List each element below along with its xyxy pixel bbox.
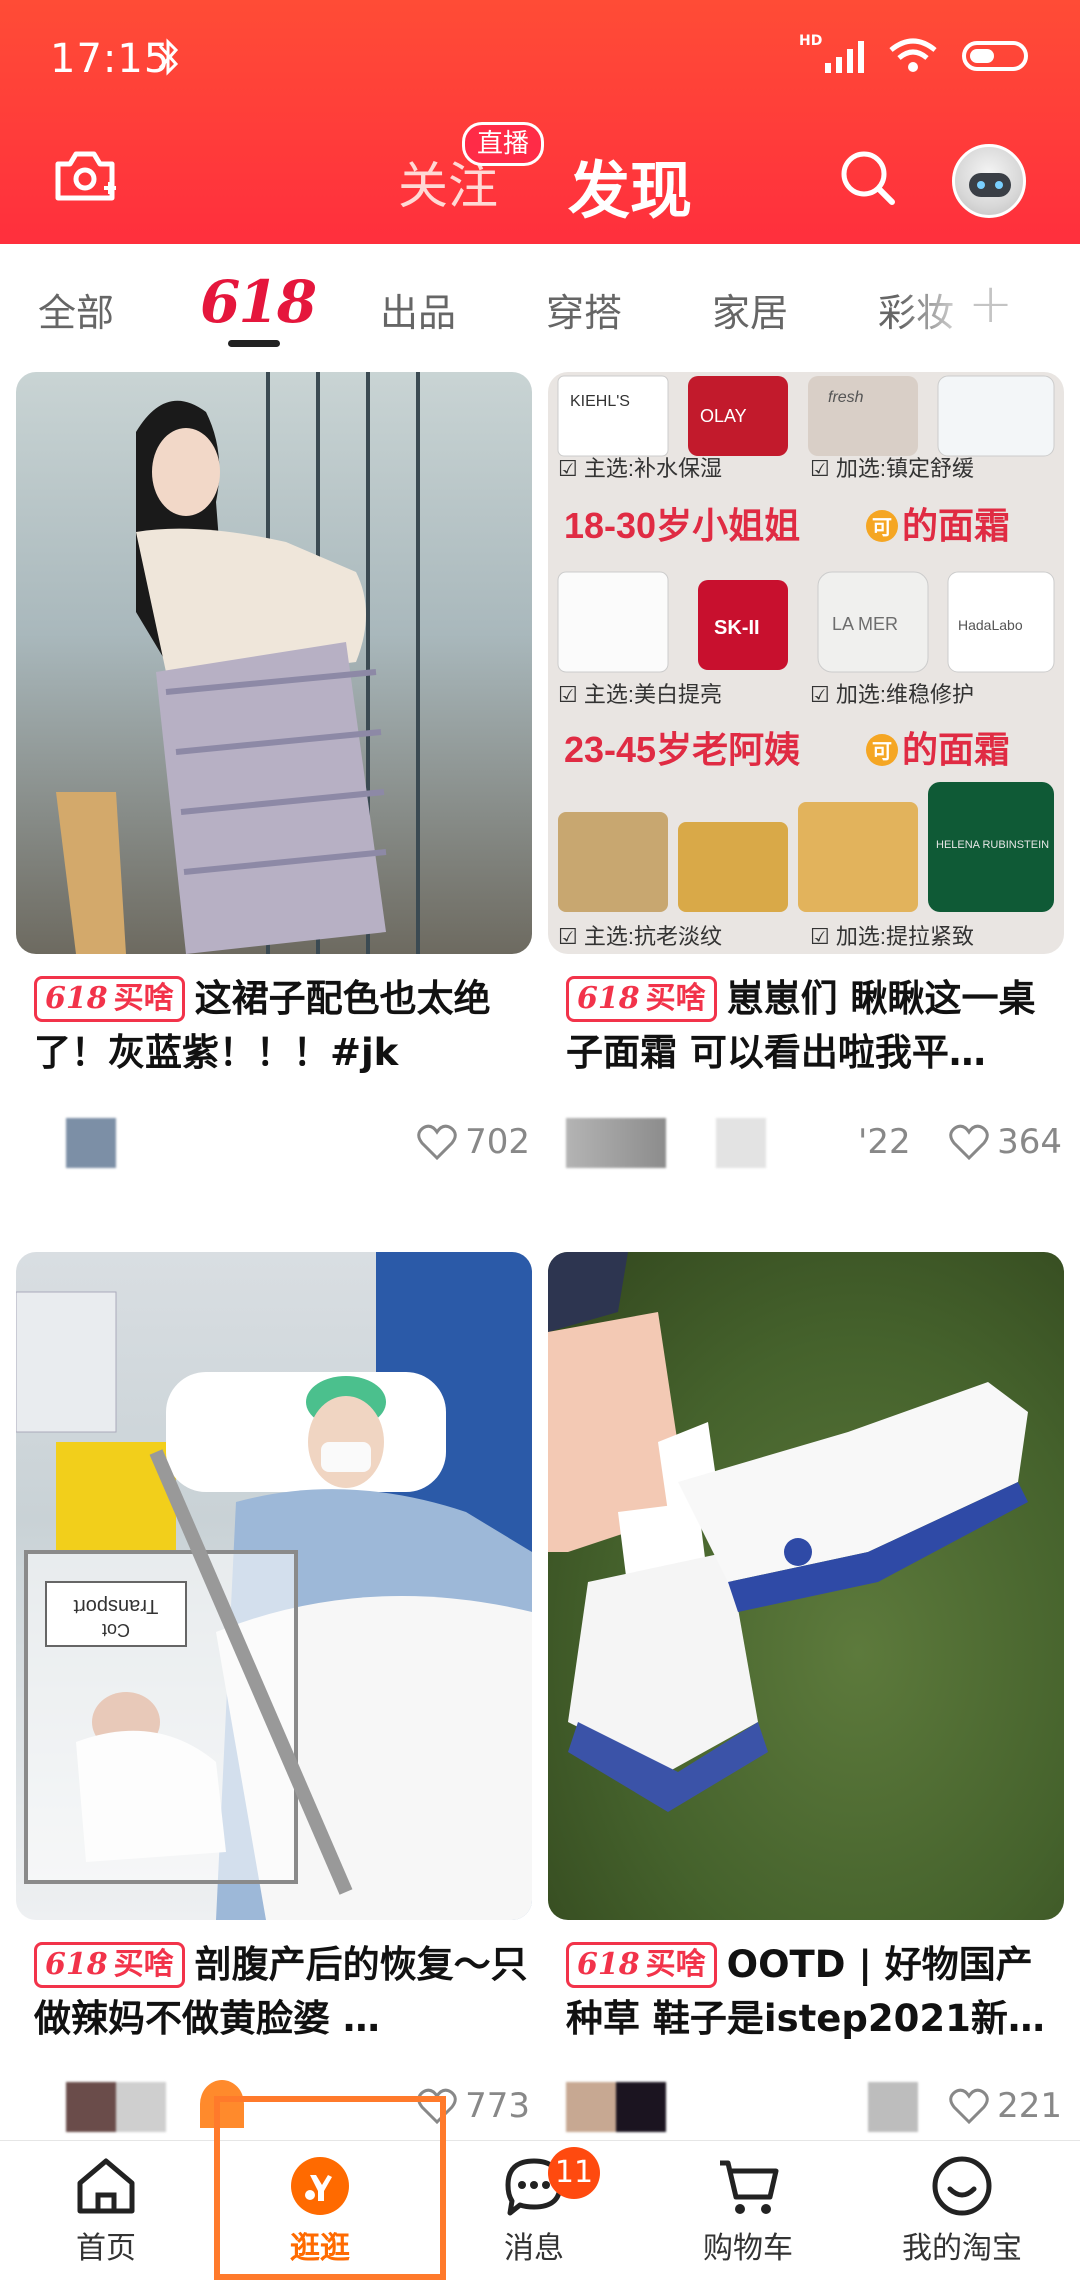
svg-text:☑ 主选:补水保湿: ☑ 主选:补水保湿: [558, 456, 722, 481]
network-type: HD: [799, 33, 823, 49]
svg-text:可: 可: [872, 741, 892, 763]
svg-text:的面霜: 的面霜: [902, 729, 1010, 770]
card-title[interactable]: 618 买啥 剖腹产后的恢复～只做辣妈不做黄脸婆 …: [34, 1938, 530, 2046]
message-count-badge: 11: [548, 2147, 600, 2199]
add-tab-icon[interactable]: +: [968, 272, 1013, 335]
tab-products[interactable]: 出品: [380, 282, 456, 337]
tag-618: 618 买啥: [34, 976, 185, 1022]
svg-text:的面霜: 的面霜: [902, 505, 1010, 546]
card-meta: 702: [34, 1118, 530, 1178]
like-count[interactable]: 221: [949, 2086, 1062, 2126]
tag-618: 618 买啥: [566, 976, 717, 1022]
signal-icon: HD: [799, 33, 864, 73]
live-badge: 直播: [462, 122, 545, 166]
card-meta: '22 364: [566, 1118, 1062, 1178]
feed-card[interactable]: KIEHL'S OLAY fresh ☑ 主选:补水保湿 ☑ 加选:镇定舒缓 1…: [548, 372, 1064, 1202]
tag-618: 618 买啥: [566, 1942, 717, 1988]
svg-text:☑ 主选:美白提亮: ☑ 主选:美白提亮: [558, 682, 722, 707]
tab-outfits[interactable]: 穿搭: [546, 282, 622, 337]
nav-messages[interactable]: 11 消息: [444, 2147, 624, 2267]
wifi-icon: [889, 38, 937, 72]
cot-sign-cot: Cot: [102, 1620, 130, 1640]
avatar[interactable]: [952, 144, 1026, 218]
author-avatar[interactable]: [566, 1118, 666, 1168]
home-icon: [77, 2158, 135, 2214]
brand-fresh: fresh: [828, 389, 864, 406]
svg-text:☑ 加选:提拉紧致: ☑ 加选:提拉紧致: [810, 924, 974, 949]
brand-helena: HELENA RUBINSTEIN: [936, 839, 1049, 851]
profile-icon: [932, 2156, 992, 2216]
card-image-face-creams[interactable]: KIEHL'S OLAY fresh ☑ 主选:补水保湿 ☑ 加选:镇定舒缓 1…: [548, 372, 1064, 954]
card-image-sneakers[interactable]: [548, 1252, 1064, 1920]
nav-cart[interactable]: 购物车: [658, 2155, 838, 2267]
like-count[interactable]: 364: [949, 1122, 1062, 1162]
card-meta: 221: [566, 2082, 1062, 2142]
brand-kiehls: KIEHL'S: [570, 393, 630, 410]
tag-618: 618 买啥: [34, 1942, 185, 1988]
svg-text:☑ 主选:抗老淡纹: ☑ 主选:抗老淡纹: [558, 924, 722, 949]
nav-my-taobao[interactable]: 我的淘宝: [872, 2155, 1052, 2267]
svg-text:☑ 加选:维稳修护: ☑ 加选:维稳修护: [810, 682, 974, 707]
camera-icon[interactable]: [52, 148, 118, 204]
battery-icon: [962, 41, 1028, 71]
bluetooth-icon: [158, 38, 179, 76]
author-avatar[interactable]: [66, 1118, 116, 1168]
category-tabs: 全部 618 出品 穿搭 家居 彩妆 +: [0, 244, 1080, 362]
nav-home[interactable]: 首页: [16, 2155, 196, 2267]
svg-text:可: 可: [872, 517, 892, 539]
feed-card[interactable]: Transport Cot 618 买啥 剖腹产后的恢复～只做辣妈不做黄脸婆 … 7…: [16, 1252, 532, 2142]
heart-icon[interactable]: [949, 1124, 989, 1160]
status-icons: HD: [799, 33, 1028, 74]
author-avatar[interactable]: [566, 2082, 666, 2132]
active-tab-indicator: [228, 340, 280, 347]
author-avatar[interactable]: [66, 2082, 166, 2132]
cot-sign-transport: Transport: [73, 1595, 158, 1617]
tab-discover[interactable]: 发现: [568, 140, 692, 230]
top-header: 17:15 HD 关注 直播 发现: [0, 0, 1080, 244]
tab-home[interactable]: 家居: [712, 282, 788, 337]
cart-icon: [720, 2160, 779, 2214]
brand-olay: OLAY: [700, 406, 747, 426]
extra-count: '22: [858, 1122, 911, 1162]
svg-text:23-45岁老阿姨: 23-45岁老阿姨: [564, 729, 800, 770]
card-title[interactable]: 618 买啥 OOTD | 好物国产种草 鞋子是istep2021新…: [566, 1938, 1062, 2046]
feed: 618 买啥 这裙子配色也太绝了！灰蓝紫！！！#jk 702 KIEHL'S OLA…: [0, 362, 1080, 2142]
status-time: 17:15: [50, 36, 171, 82]
card-title[interactable]: 618 买啥 崽崽们 瞅瞅这一桌子面霜 可以看出啦我平…: [566, 972, 1062, 1080]
card-image-hospital[interactable]: Transport Cot: [16, 1252, 532, 1920]
tab-all[interactable]: 全部: [38, 282, 114, 337]
feed-card[interactable]: 618 买啥 OOTD | 好物国产种草 鞋子是istep2021新… 221: [548, 1252, 1064, 2142]
heart-icon[interactable]: [417, 1124, 457, 1160]
card-title[interactable]: 618 买啥 这裙子配色也太绝了！灰蓝紫！！！#jk: [34, 972, 530, 1080]
heart-icon[interactable]: [949, 2088, 989, 2124]
like-count[interactable]: 702: [417, 1122, 530, 1162]
svg-text:18-30岁小姐姐: 18-30岁小姐姐: [564, 505, 800, 546]
search-icon[interactable]: [838, 148, 896, 206]
brand-hadalabo: HadaLabo: [958, 617, 1023, 633]
brand-lamer: LA MER: [832, 614, 898, 634]
feed-card[interactable]: 618 买啥 这裙子配色也太绝了！灰蓝紫！！！#jk 702: [16, 372, 532, 1202]
highlight-annotation-box: [214, 2096, 446, 2280]
bottom-nav: 首页 逛逛 11 消息 购物车 我的淘宝: [0, 2140, 1080, 2281]
card-image-girl[interactable]: [16, 372, 532, 954]
brand-skii: SK-II: [714, 617, 760, 639]
tab-618[interactable]: 618: [200, 268, 317, 336]
svg-text:☑ 加选:镇定舒缓: ☑ 加选:镇定舒缓: [810, 456, 974, 481]
